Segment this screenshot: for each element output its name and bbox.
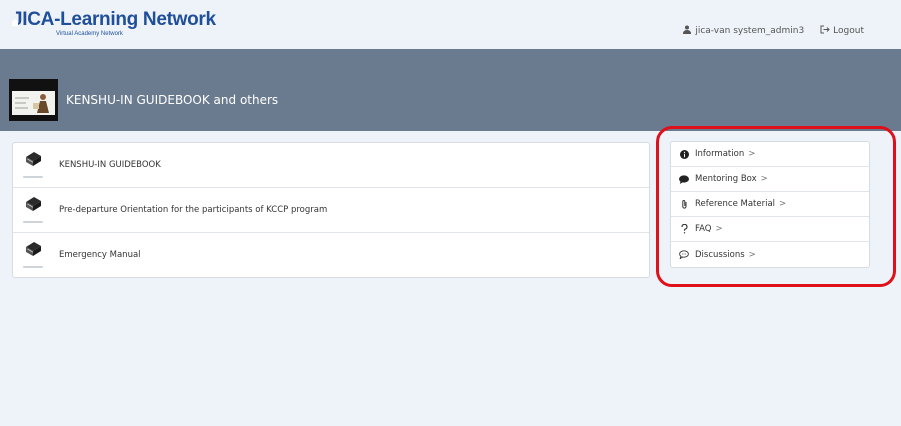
book-icon [25,151,42,167]
list-item[interactable]: Pre-departure Orientation for the partic… [13,188,649,233]
user-area: jica-van system_admin3 Logout [683,25,864,37]
list-item[interactable]: Emergency Manual [13,233,649,278]
logout-button[interactable]: Logout [820,25,864,37]
divider [23,221,43,223]
highlight-outline [656,126,896,287]
banner-thumbnail [9,79,58,121]
list-item-label[interactable]: Emergency Manual [59,250,141,260]
course-list: KENSHU-IN GUIDEBOOK Pre-departure Orient… [12,142,650,278]
page-banner [0,49,901,131]
username[interactable]: jica-van system_admin3 [695,26,804,36]
list-item-label[interactable]: Pre-departure Orientation for the partic… [59,205,327,215]
logo-title: JICA-Learning Network [12,9,216,30]
page-title: KENSHU-IN GUIDEBOOK and others [66,93,279,107]
logout-label: Logout [833,26,864,36]
book-icon [25,241,42,257]
divider [23,266,43,268]
book-icon [25,196,42,212]
top-bar: JICA-Learning Network Virtual Academy Ne… [0,0,901,49]
divider [23,176,43,178]
site-logo[interactable]: JICA-Learning Network Virtual Academy Ne… [12,9,216,38]
user-icon [683,25,692,37]
logout-icon [820,25,830,37]
logo-subtitle: Virtual Academy Network [56,31,123,37]
home-icon[interactable] [11,11,19,26]
list-item[interactable]: KENSHU-IN GUIDEBOOK [13,143,649,188]
list-item-label[interactable]: KENSHU-IN GUIDEBOOK [59,160,161,170]
